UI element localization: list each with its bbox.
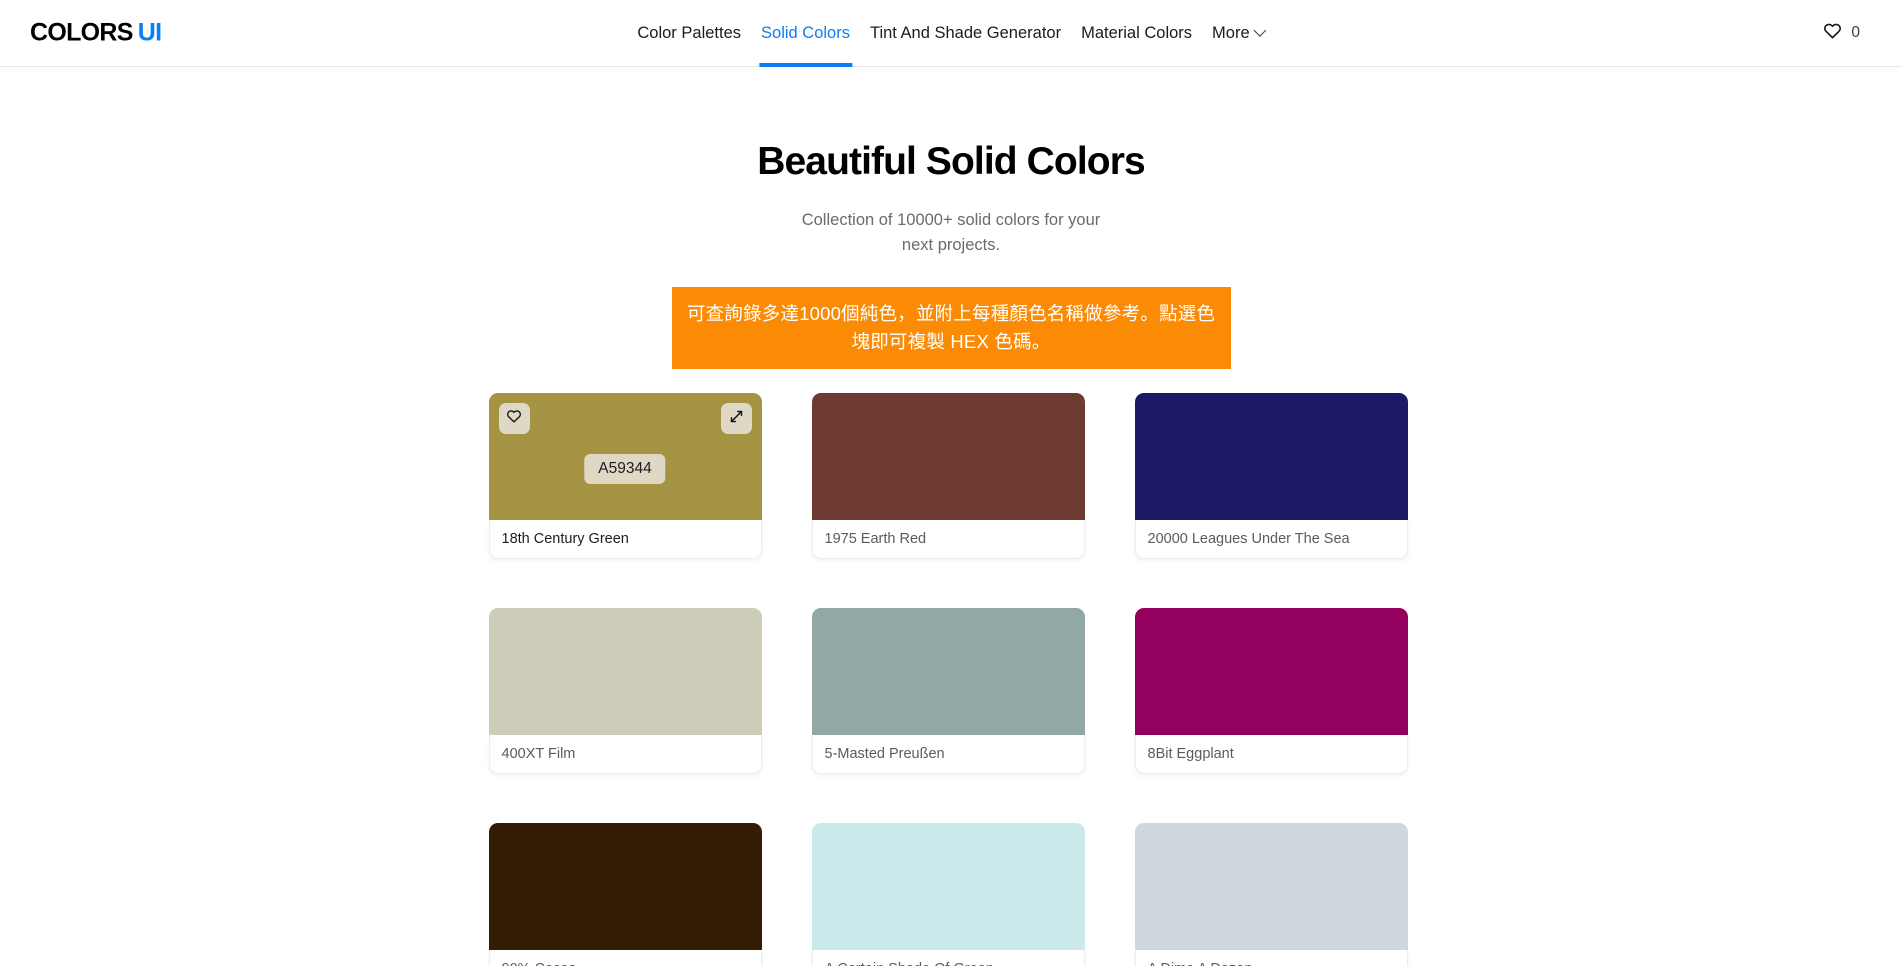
color-name-label: 18th Century Green [488,520,762,560]
nav-item-solid-colors[interactable]: Solid Colors [751,0,860,67]
logo-primary-text: COLORS [30,18,133,47]
color-name-label: 1975 Earth Red [811,520,1085,560]
chevron-down-icon [1253,24,1267,37]
favorites-counter[interactable]: 0 [1823,22,1860,44]
main-navigation: Color Palettes Solid Colors Tint And Sha… [627,0,1274,67]
color-card[interactable]: A Dime A Dozen [1134,823,1408,966]
color-name-label: 5-Masted Preußen [811,735,1085,775]
color-name-label: 90% Cocoa [488,950,762,966]
color-card[interactable]: 400XT Film [488,608,762,775]
expand-color-button[interactable] [720,403,752,435]
site-header: COLORS UI Color Palettes Solid Colors Tin… [0,0,1902,67]
color-swatch[interactable]: A59344 [488,393,762,521]
nav-item-more[interactable]: More [1202,0,1275,67]
nav-label: Tint And Shade Generator [869,24,1062,42]
page-subtitle: Collection of 10000+ solid colors for yo… [801,210,1101,255]
color-name-label: 8Bit Eggplant [1134,735,1408,775]
color-card[interactable]: 5-Masted Preußen [811,608,1085,775]
nav-label: Color Palettes [637,24,742,42]
color-card[interactable]: A Certain Shade Of Green [811,823,1085,966]
color-card[interactable]: 1975 Earth Red [811,393,1085,560]
color-swatch[interactable] [811,608,1085,736]
nav-label: Solid Colors [761,24,850,42]
color-swatch[interactable] [488,608,762,736]
expand-arrows-icon [729,409,744,429]
color-card[interactable]: A59344 18th Century Green [488,393,762,560]
color-swatch[interactable] [1134,823,1408,951]
color-card[interactable]: 8Bit Eggplant [1134,608,1408,775]
color-name-label: 20000 Leagues Under The Sea [1134,520,1408,560]
color-name-label: A Certain Shade Of Green [811,950,1085,966]
page-title: Beautiful Solid Colors [757,140,1145,183]
color-card[interactable]: 90% Cocoa [488,823,762,966]
nav-item-color-palettes[interactable]: Color Palettes [627,0,751,67]
nav-item-material-colors[interactable]: Material Colors [1071,0,1202,67]
color-grid: A59344 18th Century Green 1975 Earth Red 20… [488,393,1414,966]
heart-icon [1823,22,1842,44]
color-swatch[interactable] [488,823,762,951]
notice-banner: 可查詢錄多達1000個純色，並附上每種顏色名稱做參考。點選色塊即可複製 HEX … [671,287,1231,370]
color-swatch[interactable] [811,393,1085,521]
favorite-color-button[interactable] [498,403,530,435]
hex-code-chip[interactable]: A59344 [584,454,666,485]
nav-item-tint-and-shade-generator[interactable]: Tint And Shade Generator [860,0,1071,67]
color-card[interactable]: 20000 Leagues Under The Sea [1134,393,1408,560]
nav-label: Material Colors [1081,24,1193,42]
logo-accent-text: UI [137,18,162,47]
heart-icon [506,409,522,428]
color-swatch[interactable] [1134,608,1408,736]
color-name-label: 400XT Film [488,735,762,775]
favorites-count: 0 [1851,24,1860,41]
color-name-label: A Dime A Dozen [1134,950,1408,966]
site-logo[interactable]: COLORS UI [30,18,162,48]
nav-label: More [1212,24,1250,42]
color-swatch[interactable] [811,823,1085,951]
hero-section: Beautiful Solid Colors Collection of 100… [0,67,1902,370]
color-swatch[interactable] [1134,393,1408,521]
color-grid-section: A59344 18th Century Green 1975 Earth Red 20… [488,393,1414,966]
